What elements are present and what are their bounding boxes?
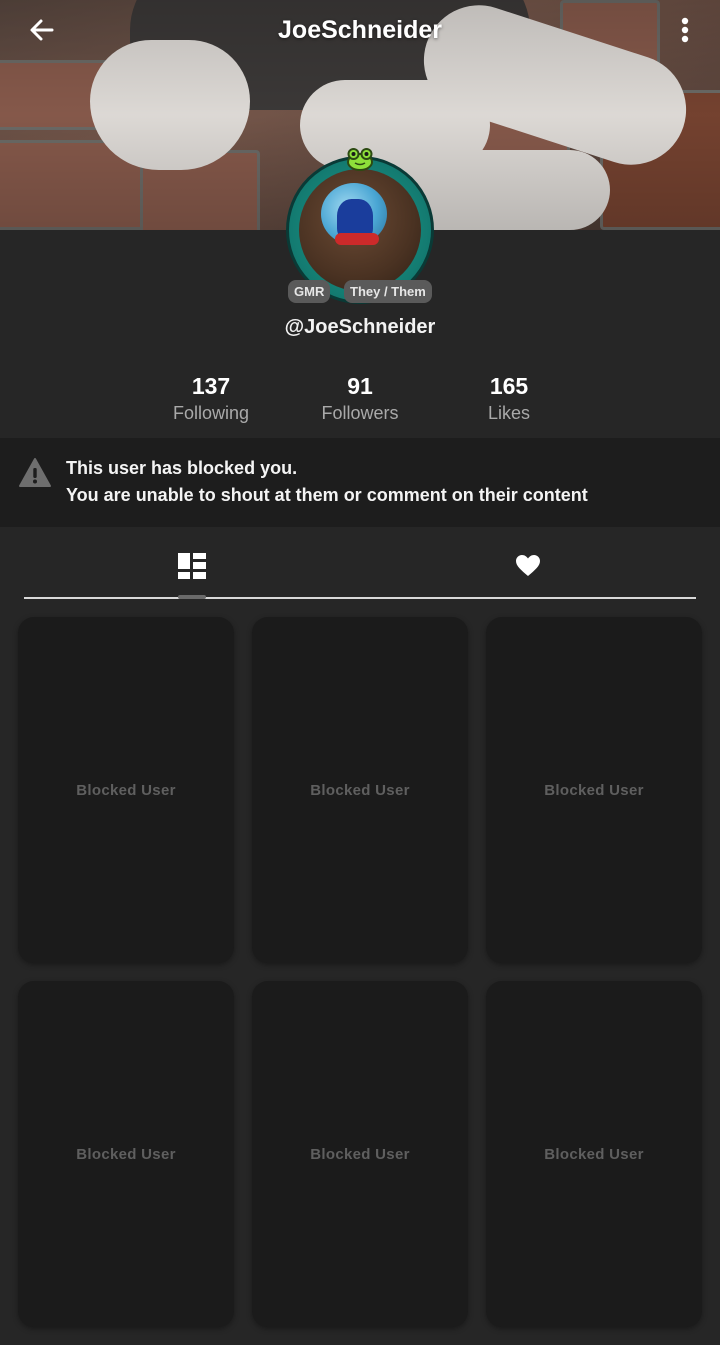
stat-label: Followers (321, 403, 399, 423)
content-card[interactable]: Blocked User (18, 981, 234, 1327)
page-title: JoeSchneider (278, 15, 442, 44)
frog-badge-icon (347, 148, 373, 171)
more-vertical-icon (681, 17, 689, 43)
stat-value: 165 (489, 373, 529, 399)
profile-stats: 137 Following 91 Followers 165 Likes (0, 372, 720, 432)
tab-likes[interactable] (360, 534, 696, 598)
profile-handle: @JoeSchneider (284, 316, 436, 338)
content-grid: Blocked User Blocked User Blocked User B… (0, 600, 720, 1345)
heart-icon (516, 555, 540, 576)
blocked-notice: This user has blocked you. You are unabl… (0, 438, 720, 527)
stat-value: 137 (191, 373, 231, 399)
blocked-notice-title: This user has blocked you. (66, 458, 298, 478)
blocked-user-label: Blocked User (310, 781, 410, 799)
warning-icon (19, 458, 51, 487)
gmr-badge: GMR (288, 280, 331, 303)
profile-avatar[interactable]: GMR They / Them (286, 148, 434, 304)
posts-grid-icon (178, 553, 206, 579)
stat-label: Following (172, 403, 250, 423)
active-tab-indicator (178, 595, 206, 599)
avatar-image (299, 169, 421, 291)
blocked-user-label: Blocked User (544, 1145, 644, 1163)
profile-tabs (24, 534, 696, 600)
tab-posts[interactable] (24, 534, 360, 598)
blocked-notice-text: This user has blocked you. You are unabl… (66, 455, 588, 509)
stat-value: 91 (347, 373, 373, 399)
more-options-button[interactable] (672, 12, 698, 48)
blocked-user-label: Blocked User (76, 1145, 176, 1163)
content-card[interactable]: Blocked User (18, 617, 234, 963)
arrow-left-icon (30, 19, 54, 41)
content-card[interactable]: Blocked User (252, 981, 468, 1327)
blocked-notice-detail: You are unable to shout at them or comme… (66, 485, 588, 505)
pronoun-badge: They / Them (344, 280, 432, 303)
tab-divider (24, 597, 696, 599)
blocked-user-label: Blocked User (544, 781, 644, 799)
stat-following[interactable]: 137 Following (136, 372, 286, 426)
content-card[interactable]: Blocked User (486, 617, 702, 963)
content-card[interactable]: Blocked User (252, 617, 468, 963)
stat-likes[interactable]: 165 Likes (434, 372, 584, 426)
blocked-user-label: Blocked User (310, 1145, 410, 1163)
stat-followers[interactable]: 91 Followers (285, 372, 435, 426)
top-app-bar: JoeSchneider (0, 0, 720, 64)
blocked-user-label: Blocked User (76, 781, 176, 799)
back-button[interactable] (24, 12, 60, 48)
content-card[interactable]: Blocked User (486, 981, 702, 1327)
profile-page: JoeSchneider GMR They / Them @JoeSchneid… (0, 0, 720, 1345)
stat-label: Likes (487, 403, 531, 423)
